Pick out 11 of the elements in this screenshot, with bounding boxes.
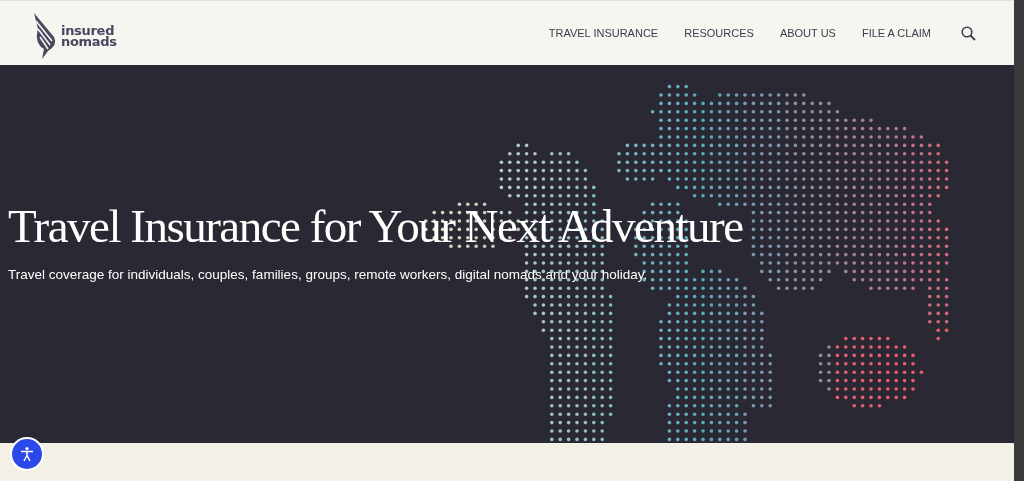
nav-link[interactable]: TRAVEL INSURANCE bbox=[548, 27, 659, 39]
nav-link[interactable]: RESOURCES bbox=[684, 27, 754, 39]
nav-link[interactable]: ABOUT US bbox=[779, 27, 836, 39]
person-icon bbox=[20, 446, 34, 462]
scrollbar[interactable] bbox=[1014, 0, 1024, 481]
wing-logo-icon bbox=[32, 13, 58, 59]
logo-text[interactable]: insured nomads bbox=[61, 25, 117, 47]
hero-subtitle: Travel coverage for individuals, couples, families, groups, remote workers, digital nomads and your holiday. bbox=[8, 267, 649, 282]
hero-title: Travel Insurance for Your Next Adventure bbox=[8, 199, 744, 253]
search-icon[interactable] bbox=[961, 25, 976, 41]
nav-link[interactable]: FILE A CLAIM bbox=[861, 27, 931, 39]
